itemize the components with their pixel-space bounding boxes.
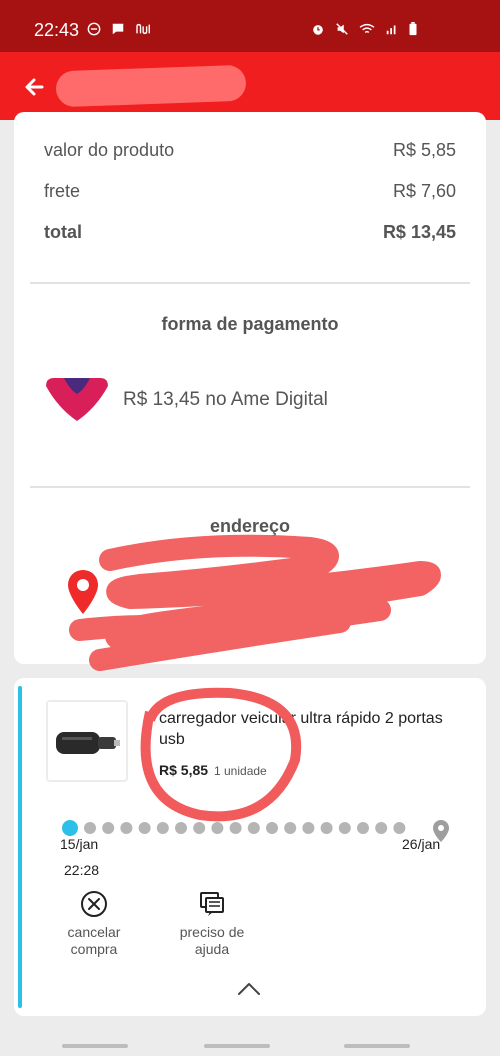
system-nav-bar: [0, 1030, 500, 1056]
alarm-icon: [313, 25, 323, 35]
timeline-dot: [229, 822, 242, 834]
payment-title: forma de pagamento: [161, 314, 339, 334]
timeline-pin-center: [438, 825, 444, 831]
tracking-timeline: [62, 820, 449, 842]
timeline-dot: [266, 822, 278, 834]
do-not-disturb-icon: [87, 22, 101, 36]
timeline-dot: [175, 822, 187, 834]
summary-row-total: total R$ 13,45: [44, 222, 456, 243]
timeline-dot: [193, 822, 206, 834]
shipping-label: frete: [44, 181, 81, 201]
total-label: total: [44, 222, 82, 242]
timeline-dot: [338, 822, 351, 834]
tracking-start-date: 15/jan: [60, 836, 99, 852]
need-help-button[interactable]: preciso de ajuda: [170, 890, 254, 958]
divider: [30, 486, 470, 488]
total-value: R$ 13,45: [382, 222, 456, 242]
payment-text: R$ 13,45 no Ame Digital: [123, 389, 328, 410]
product-value: R$ 5,85: [392, 140, 456, 160]
location-pin-icon: [68, 570, 98, 614]
nubank-icon: [136, 23, 150, 35]
message-icon: [112, 23, 124, 35]
mute-icon: [336, 23, 348, 35]
timeline-dot: [320, 822, 333, 834]
timeline-dot: [120, 822, 133, 834]
order-summary-card: valor do produto R$ 5,85 frete R$ 7,60 t…: [14, 112, 486, 664]
item-name[interactable]: carregador veicular ultra rápido 2 porta…: [159, 708, 459, 750]
tracking-start-time: 22:28: [64, 862, 100, 878]
product-value-label: valor do produto: [44, 140, 175, 160]
timeline-start-dot: [62, 820, 78, 836]
summary-row-product: valor do produto R$ 5,85: [44, 140, 456, 161]
timeline-dot: [84, 822, 96, 834]
timeline-dot: [138, 822, 151, 834]
nav-recents-button[interactable]: [62, 1044, 128, 1048]
car-charger-image: [56, 732, 120, 754]
timeline-dot: [375, 822, 388, 834]
help-chat-icon: [200, 892, 224, 916]
arrow-left-icon[interactable]: [20, 72, 50, 102]
app-header: [0, 52, 500, 120]
status-left-icons: [86, 22, 154, 36]
tracking-end-date: 26/jan: [402, 836, 441, 852]
product-thumbnail[interactable]: [46, 700, 128, 782]
status-time: 22:43: [34, 20, 80, 40]
wifi-icon: [359, 23, 375, 34]
shipping-value: R$ 7,60: [392, 181, 456, 201]
status-right-icons: [310, 22, 418, 36]
timeline-dot: [393, 822, 406, 834]
cancel-label-line1: cancelar: [67, 924, 121, 940]
chevron-up-icon[interactable]: [236, 980, 262, 998]
address-title: endereço: [209, 516, 291, 536]
item-price: R$ 5,85: [159, 762, 209, 778]
nav-back-button[interactable]: [344, 1044, 410, 1048]
close-circle-icon: [81, 891, 107, 917]
help-label-line2: ajuda: [194, 941, 230, 957]
item-quantity: 1 unidade: [214, 764, 267, 778]
nav-home-button[interactable]: [204, 1044, 270, 1048]
help-label-line1: preciso de: [179, 924, 245, 940]
cancel-purchase-button[interactable]: cancelar compra: [54, 890, 134, 958]
timeline-dot: [156, 822, 169, 834]
order-item-card: carregador veicular ultra rápido 2 porta…: [14, 678, 486, 1016]
status-bar: 22:43: [0, 0, 500, 52]
signal-icon: [386, 25, 396, 35]
divider: [30, 282, 470, 284]
cancel-label-line2: compra: [70, 941, 118, 957]
timeline-dot: [302, 822, 315, 834]
status-accent-bar: [18, 686, 22, 1008]
timeline-dot: [284, 822, 297, 834]
timeline-dot: [211, 822, 224, 834]
redacted-title: [55, 64, 247, 108]
summary-row-shipping: frete R$ 7,60: [44, 181, 456, 202]
battery-icon: [409, 22, 417, 36]
timeline-dot: [357, 822, 369, 834]
ame-digital-logo: [46, 378, 108, 421]
timeline-dot: [247, 822, 260, 834]
timeline-dot: [102, 822, 115, 834]
